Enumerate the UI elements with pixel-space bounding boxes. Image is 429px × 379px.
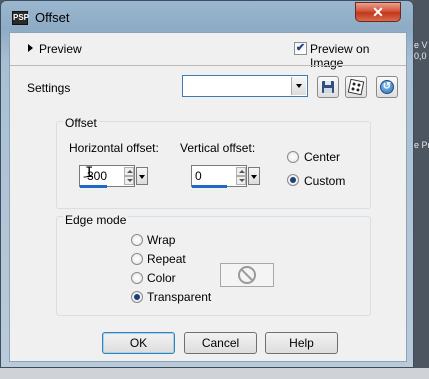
dice-icon — [347, 78, 365, 96]
horizontal-offset-label: Horizontal offset: — [69, 141, 159, 155]
floppy-disk-icon — [322, 81, 334, 93]
reset-button[interactable]: ↺ — [376, 76, 398, 98]
custom-radio-label[interactable]: Custom — [304, 174, 345, 188]
no-color-icon — [238, 266, 256, 284]
app-icon: PSP — [12, 11, 29, 25]
repeat-radio[interactable] — [131, 253, 143, 265]
repeat-radio-label[interactable]: Repeat — [147, 252, 186, 266]
chevron-down-icon[interactable] — [291, 77, 306, 95]
vertical-offset-value: 0 — [195, 169, 202, 183]
background-bottom — [0, 368, 429, 379]
settings-label: Settings — [27, 81, 71, 95]
title-bar[interactable]: PSP Offset ✕ — [1, 1, 413, 33]
help-button[interactable]: Help — [265, 332, 338, 354]
vertical-offset-input[interactable]: 0 — [191, 165, 247, 187]
wrap-radio[interactable] — [131, 234, 143, 246]
edge-color-swatch[interactable] — [220, 263, 274, 287]
horizontal-offset-slider[interactable] — [80, 185, 107, 188]
center-radio-label[interactable]: Center — [304, 150, 340, 164]
background-text-3: e Pr — [414, 140, 429, 150]
decrement-icon[interactable] — [124, 176, 134, 185]
settings-dropdown[interactable] — [182, 75, 308, 97]
expand-preview-icon[interactable] — [28, 44, 33, 52]
ok-button[interactable]: OK — [102, 332, 175, 354]
randomize-button[interactable] — [345, 76, 367, 98]
background-text-2: 0,0 — [414, 51, 427, 61]
divider — [10, 65, 406, 66]
vertical-offset-dropdown[interactable] — [248, 167, 260, 185]
vertical-offset-label: Vertical offset: — [180, 141, 256, 155]
background-text-1: e V — [414, 40, 428, 50]
vertical-offset-slider[interactable] — [192, 185, 227, 188]
reset-icon: ↺ — [380, 80, 394, 94]
preview-toggle[interactable]: Preview — [39, 42, 82, 56]
increment-icon[interactable] — [124, 167, 134, 176]
text-cursor-icon: I — [85, 165, 94, 181]
save-preset-button[interactable] — [317, 76, 339, 98]
color-radio[interactable] — [131, 272, 143, 284]
edge-mode-group — [56, 216, 371, 316]
cancel-button[interactable]: Cancel — [184, 332, 257, 354]
preview-on-image-checkbox[interactable]: ✔ — [294, 42, 307, 55]
close-icon: ✕ — [372, 4, 384, 20]
horizontal-offset-dropdown[interactable] — [136, 167, 148, 185]
window-title: Offset — [35, 10, 70, 25]
color-radio-label[interactable]: Color — [147, 271, 176, 285]
offset-dialog: PSP Offset ✕ Preview ✔ Preview on Image … — [0, 0, 414, 368]
increment-icon[interactable] — [236, 167, 246, 176]
transparent-radio-label[interactable]: Transparent — [147, 290, 211, 304]
custom-radio[interactable] — [287, 174, 299, 186]
close-button[interactable]: ✕ — [355, 2, 401, 22]
dialog-body: Preview ✔ Preview on Image Settings ↺ Of… — [9, 32, 407, 362]
transparent-radio[interactable] — [131, 291, 143, 303]
preview-bar: Preview ✔ Preview on Image — [10, 33, 406, 70]
decrement-icon[interactable] — [236, 176, 246, 185]
offset-group-title: Offset — [63, 116, 99, 130]
wrap-radio-label[interactable]: Wrap — [147, 233, 175, 247]
edge-mode-group-title: Edge mode — [63, 213, 129, 227]
center-radio[interactable] — [287, 151, 299, 163]
